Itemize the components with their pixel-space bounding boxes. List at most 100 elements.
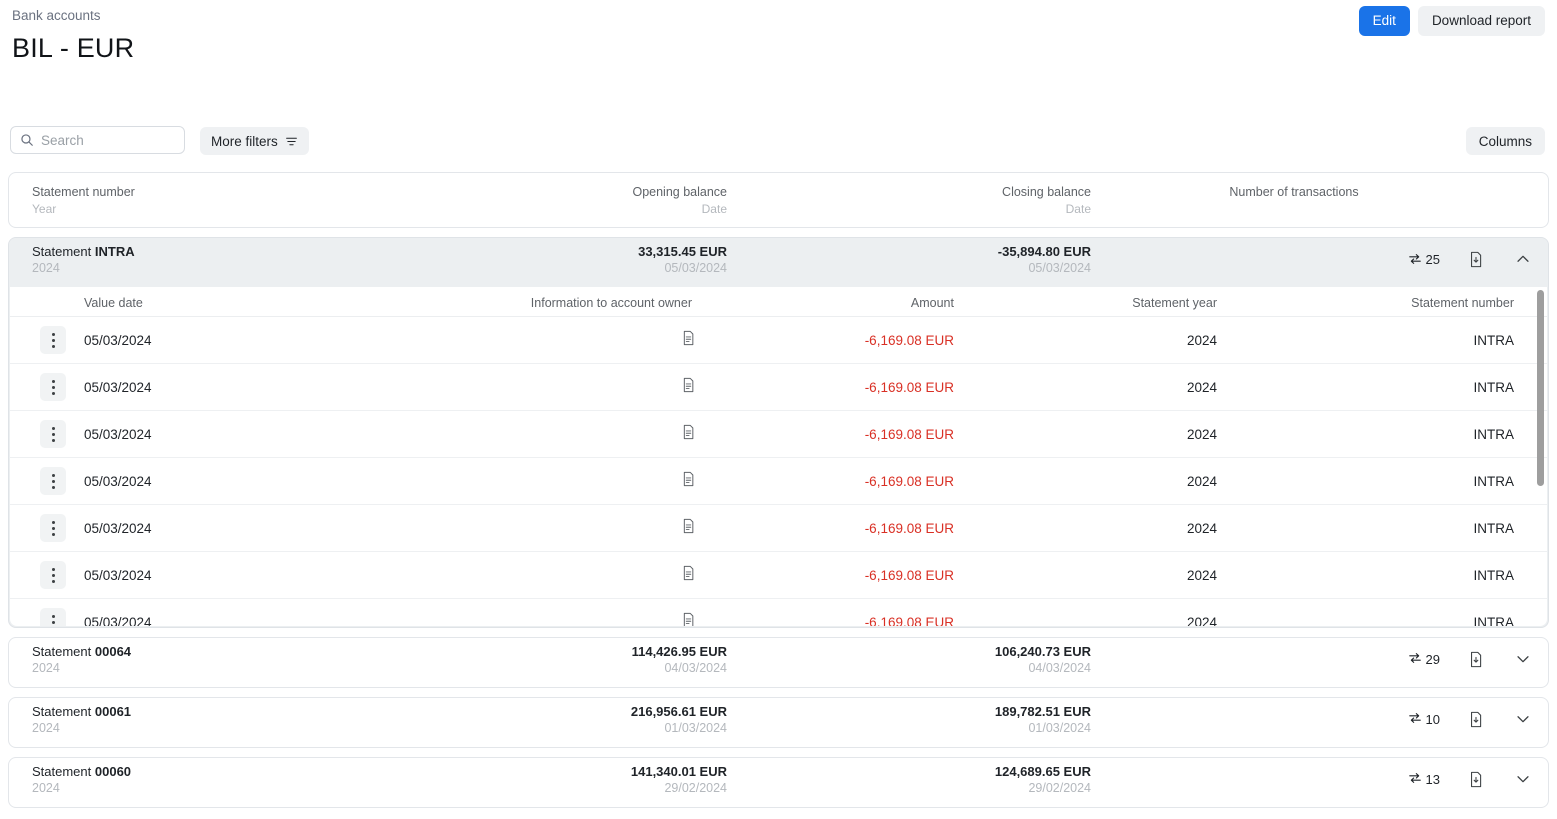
statement-year: 2024 <box>32 261 60 275</box>
download-report-button[interactable]: Download report <box>1417 6 1545 36</box>
expand-chevron-down-icon[interactable] <box>1512 768 1534 790</box>
statement-closing: 189,782.51 EUR 01/03/2024 <box>821 703 1091 737</box>
download-statement-icon[interactable] <box>1466 709 1486 730</box>
opening-date-value: 01/03/2024 <box>664 721 727 735</box>
document-icon[interactable] <box>681 518 696 539</box>
opening-date-value: 29/02/2024 <box>664 781 727 795</box>
statement-opening: 114,426.95 EUR 04/03/2024 <box>469 643 727 677</box>
statement-year: 2024 <box>32 721 60 735</box>
expand-chevron-down-icon[interactable] <box>1512 708 1534 730</box>
closing-date-value: 01/03/2024 <box>1028 721 1091 735</box>
document-icon[interactable] <box>681 565 696 586</box>
page-title: BIL - EUR <box>12 33 135 63</box>
page-header: Bank accounts BIL - EUR Edit Download re… <box>0 0 1557 72</box>
transfer-arrows-icon <box>1408 252 1422 266</box>
row-menu-icon[interactable] <box>40 608 66 626</box>
transactions-count: 29 <box>1408 651 1440 668</box>
document-icon[interactable] <box>681 330 696 351</box>
columns-button[interactable]: Columns <box>1465 127 1545 155</box>
txn-header-statement-number: Statement number <box>1411 296 1514 310</box>
transactions-count: 10 <box>1408 711 1440 728</box>
transactions-count-value: 29 <box>1425 651 1440 667</box>
closing-balance-value: 106,240.73 EUR <box>994 644 1091 659</box>
statement-row[interactable]: Statement 00064 2024 114,426.95 EUR 04/03/2… <box>9 638 1548 687</box>
statement-opening: 33,315.45 EUR 05/03/2024 <box>469 243 727 277</box>
header-year-label: Year <box>32 202 57 216</box>
statement-row[interactable]: Statement INTRA 2024 33,315.45 EUR 05/03… <box>9 238 1548 287</box>
row-menu-icon[interactable] <box>40 514 66 542</box>
document-icon[interactable] <box>681 377 696 398</box>
txn-value-date: 05/03/2024 <box>84 380 152 395</box>
txn-value-date: 05/03/2024 <box>84 615 152 626</box>
header-statement-number-label: Statement number <box>32 185 135 199</box>
edit-button[interactable]: Edit <box>1358 6 1410 36</box>
header-col-number-of-transactions: Number of transactions <box>1159 184 1429 200</box>
header-transactions-label: Number of transactions <box>1229 185 1359 199</box>
breadcrumb[interactable]: Bank accounts <box>12 6 1545 25</box>
statement-identity: Statement 00064 2024 <box>32 643 131 677</box>
transactions-count-value: 13 <box>1425 771 1440 787</box>
table-row[interactable]: 05/03/2024 -6,169.08 EUR 2024 INTRA <box>10 317 1547 364</box>
transactions-panel: Value date Information to account owner … <box>10 287 1547 626</box>
table-row[interactable]: 05/03/2024 -6,169.08 EUR 2024 INTRA <box>10 458 1547 505</box>
expand-chevron-down-icon[interactable] <box>1512 648 1534 670</box>
row-menu-icon[interactable] <box>40 467 66 495</box>
txn-value-date: 05/03/2024 <box>84 521 152 536</box>
opening-date-value: 04/03/2024 <box>664 661 727 675</box>
txn-statement-year: 2024 <box>1186 521 1217 536</box>
statement-row-tools: 10 <box>1408 708 1534 730</box>
search-input[interactable] <box>41 132 171 148</box>
opening-balance-value: 33,315.45 EUR <box>638 244 727 259</box>
txn-amount: -6,169.08 EUR <box>864 615 954 626</box>
txn-header-information: Information to account owner <box>530 296 692 310</box>
document-icon[interactable] <box>681 612 696 626</box>
search-icon <box>20 133 34 147</box>
table-row[interactable]: 05/03/2024 -6,169.08 EUR 2024 INTRA <box>10 364 1547 411</box>
txn-statement-number: INTRA <box>1473 568 1515 583</box>
collapsed-statements: Statement 00064 2024 114,426.95 EUR 04/03/2… <box>8 637 1549 808</box>
transfer-arrows-icon <box>1408 771 1422 788</box>
document-icon[interactable] <box>681 471 696 492</box>
statement-identity: Statement INTRA 2024 <box>32 243 135 277</box>
statement-card: Statement 00060 2024 141,340.01 EUR 29/02/2… <box>8 757 1549 808</box>
row-menu-icon[interactable] <box>40 326 66 354</box>
collapse-chevron-up-icon[interactable] <box>1512 248 1534 270</box>
download-statement-icon[interactable] <box>1466 249 1486 270</box>
statement-row[interactable]: Statement 00061 2024 216,956.61 EUR 01/03/2… <box>9 698 1548 747</box>
header-col-opening-balance: Opening balance Date <box>469 184 727 217</box>
txn-statement-number: INTRA <box>1473 380 1515 395</box>
document-icon[interactable] <box>681 424 696 445</box>
transactions-rows: 05/03/2024 -6,169.08 EUR 2024 INTRA 05/03/20… <box>10 317 1547 626</box>
table-row[interactable]: 05/03/2024 -6,169.08 EUR 2024 INTRA <box>10 552 1547 599</box>
txn-header-value-date: Value date <box>84 296 143 310</box>
header-col-closing-balance: Closing balance Date <box>821 184 1091 217</box>
transactions-count: 25 <box>1408 252 1440 267</box>
filter-icon <box>285 135 298 148</box>
transactions-scrollbar[interactable] <box>1537 290 1544 486</box>
statement-row[interactable]: Statement 00060 2024 141,340.01 EUR 29/02/2… <box>9 758 1548 807</box>
txn-statement-number: INTRA <box>1473 521 1515 536</box>
table-row[interactable]: 05/03/2024 -6,169.08 EUR 2024 INTRA <box>10 599 1547 626</box>
table-row[interactable]: 05/03/2024 -6,169.08 EUR 2024 INTRA <box>10 505 1547 552</box>
download-statement-icon[interactable] <box>1466 649 1486 670</box>
download-statement-icon[interactable] <box>1466 769 1486 790</box>
statement-row-tools: 25 <box>1408 248 1534 270</box>
table-row[interactable]: 05/03/2024 -6,169.08 EUR 2024 INTRA <box>10 411 1547 458</box>
header-actions: Edit Download report <box>1358 6 1545 36</box>
txn-amount: -6,169.08 EUR <box>864 333 954 348</box>
row-menu-icon[interactable] <box>40 420 66 448</box>
txn-statement-year: 2024 <box>1186 427 1217 442</box>
statement-label: Statement INTRA <box>32 244 135 259</box>
statement-year: 2024 <box>32 661 60 675</box>
row-menu-icon[interactable] <box>40 561 66 589</box>
statement-closing: 124,689.65 EUR 29/02/2024 <box>821 763 1091 797</box>
header-opening-balance-label: Opening balance <box>632 185 727 199</box>
txn-statement-year: 2024 <box>1186 474 1217 489</box>
more-filters-button[interactable]: More filters <box>200 127 309 155</box>
search-box[interactable] <box>10 126 185 154</box>
statement-card: Statement INTRA 2024 33,315.45 EUR 05/03… <box>8 237 1549 628</box>
row-menu-icon[interactable] <box>40 373 66 401</box>
opening-balance-value: 141,340.01 EUR <box>630 764 727 779</box>
txn-amount: -6,169.08 EUR <box>864 521 954 536</box>
bank-account-statements-page: Bank accounts BIL - EUR Edit Download re… <box>0 0 1557 819</box>
